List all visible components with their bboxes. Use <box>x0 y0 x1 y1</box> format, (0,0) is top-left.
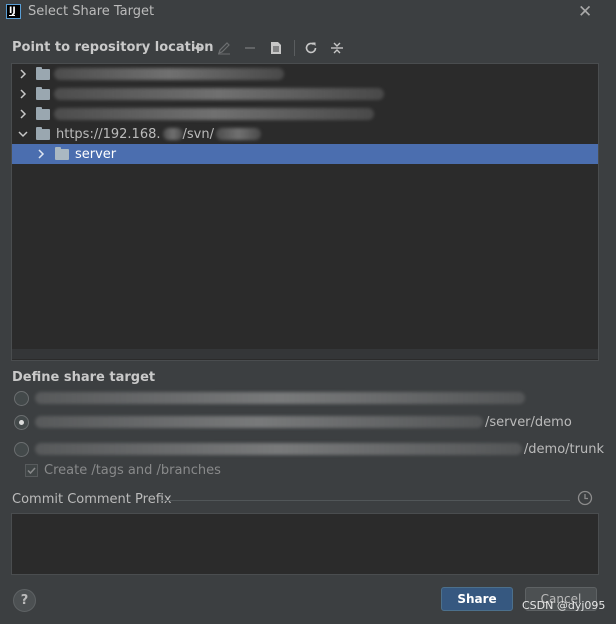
redacted-text <box>54 68 284 80</box>
chevron-right-icon[interactable] <box>18 109 28 119</box>
share-option-label: /demo/trunk <box>523 441 604 457</box>
tree-row-label-suffix: /svn/ <box>182 126 214 142</box>
edit-icon[interactable] <box>214 38 234 58</box>
remove-icon[interactable] <box>240 38 260 58</box>
radio-button[interactable] <box>14 390 29 406</box>
share-option-1[interactable] <box>14 389 604 407</box>
tree-row-server[interactable]: server <box>12 144 598 164</box>
folder-icon <box>36 106 50 120</box>
radio-button-selected[interactable] <box>14 414 29 430</box>
chevron-down-icon[interactable] <box>18 129 28 139</box>
tree-row-label: https://192.168. <box>56 126 161 142</box>
collapse-icon[interactable] <box>327 38 347 58</box>
add-icon[interactable] <box>188 38 208 58</box>
repository-section-title: Point to repository location <box>12 40 214 55</box>
window-title: Select Share Target <box>28 4 155 19</box>
chevron-right-icon[interactable] <box>18 89 28 99</box>
divider <box>160 500 570 501</box>
folder-icon <box>36 126 50 140</box>
folder-icon <box>36 66 50 80</box>
redacted-text <box>54 108 374 120</box>
folder-icon <box>55 146 69 160</box>
horizontal-scrollbar[interactable] <box>12 349 598 359</box>
title-bar: IJ Select Share Target ✕ <box>0 0 616 25</box>
browse-icon[interactable] <box>266 38 286 58</box>
tree-row[interactable] <box>12 64 598 84</box>
refresh-icon[interactable] <box>301 38 321 58</box>
tree-row[interactable]: https://192.168. /svn/ <box>12 124 598 144</box>
chevron-right-icon[interactable] <box>18 69 28 79</box>
folder-icon <box>36 86 50 100</box>
history-clock-icon[interactable] <box>577 490 593 506</box>
repository-tree[interactable]: https://192.168. /svn/ server <box>11 63 599 361</box>
toolbar-separator <box>294 40 295 56</box>
repository-toolbar <box>188 38 353 58</box>
redacted-text <box>35 443 522 455</box>
redacted-text <box>35 416 483 428</box>
tree-row[interactable] <box>12 104 598 124</box>
create-tags-label: Create /tags and /branches <box>44 463 221 478</box>
chevron-right-icon[interactable] <box>36 149 46 159</box>
close-icon[interactable]: ✕ <box>578 2 592 22</box>
share-button[interactable]: Share <box>441 587 513 611</box>
create-tags-checkbox-row[interactable]: Create /tags and /branches <box>25 463 221 478</box>
share-target-section-title: Define share target <box>12 370 156 385</box>
commit-comment-label: Commit Comment Prefix <box>12 492 172 507</box>
share-option-2[interactable]: /server/demo <box>14 413 604 431</box>
share-option-3[interactable]: /demo/trunk <box>14 440 604 458</box>
redacted-text <box>54 88 384 100</box>
intellij-logo-icon: IJ <box>6 4 21 19</box>
tree-row-label: server <box>75 146 117 162</box>
radio-button[interactable] <box>14 441 29 457</box>
tree-row[interactable] <box>12 84 598 104</box>
redacted-text <box>162 128 183 140</box>
help-button[interactable]: ? <box>13 589 36 612</box>
share-option-label: /server/demo <box>485 414 572 430</box>
create-tags-checkbox[interactable] <box>25 464 38 477</box>
watermark: CSDN @dyj095 <box>522 599 606 612</box>
redacted-text <box>35 392 525 404</box>
redacted-text <box>215 128 261 140</box>
commit-comment-input[interactable] <box>11 513 599 575</box>
